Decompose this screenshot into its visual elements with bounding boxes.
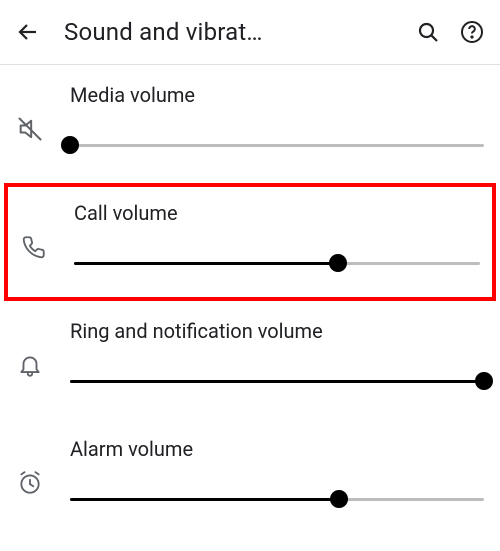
app-header: Sound and vibrat…: [0, 0, 500, 64]
back-button[interactable]: [16, 20, 40, 44]
volume-label-call: Call volume: [74, 201, 480, 225]
slider-track: [70, 144, 484, 147]
slider-thumb[interactable]: [475, 372, 493, 390]
volume-slider-alarm[interactable]: [70, 489, 484, 509]
volume-row-alarm: Alarm volume: [0, 419, 500, 537]
volume-label-media: Media volume: [70, 83, 484, 107]
volume-content-call: Call volume: [74, 201, 480, 273]
slider-thumb[interactable]: [330, 490, 348, 508]
slider-thumb[interactable]: [61, 136, 79, 154]
slider-thumb[interactable]: [329, 254, 347, 272]
volume-row-ring: Ring and notification volume: [0, 301, 500, 419]
search-button[interactable]: [416, 20, 440, 44]
slider-fill: [70, 380, 484, 383]
volume-slider-media[interactable]: [70, 135, 484, 155]
volume-label-ring: Ring and notification volume: [70, 319, 484, 343]
phone-icon: [20, 233, 48, 261]
volume-content-ring: Ring and notification volume: [70, 319, 484, 391]
volume-label-alarm: Alarm volume: [70, 437, 484, 461]
volume-row-media: Media volume: [0, 65, 500, 183]
page-title: Sound and vibrat…: [64, 18, 263, 46]
volume-slider-call[interactable]: [74, 253, 480, 273]
alarm-icon: [16, 469, 44, 497]
volume-content-alarm: Alarm volume: [70, 437, 484, 509]
slider-fill: [70, 498, 339, 501]
help-button[interactable]: [460, 20, 484, 44]
volume-slider-ring[interactable]: [70, 371, 484, 391]
volume-content-media: Media volume: [70, 83, 484, 155]
slider-fill: [74, 262, 338, 265]
volume-row-call: Call volume: [4, 183, 496, 301]
media-mute-icon: [16, 115, 44, 143]
bell-icon: [16, 351, 44, 379]
